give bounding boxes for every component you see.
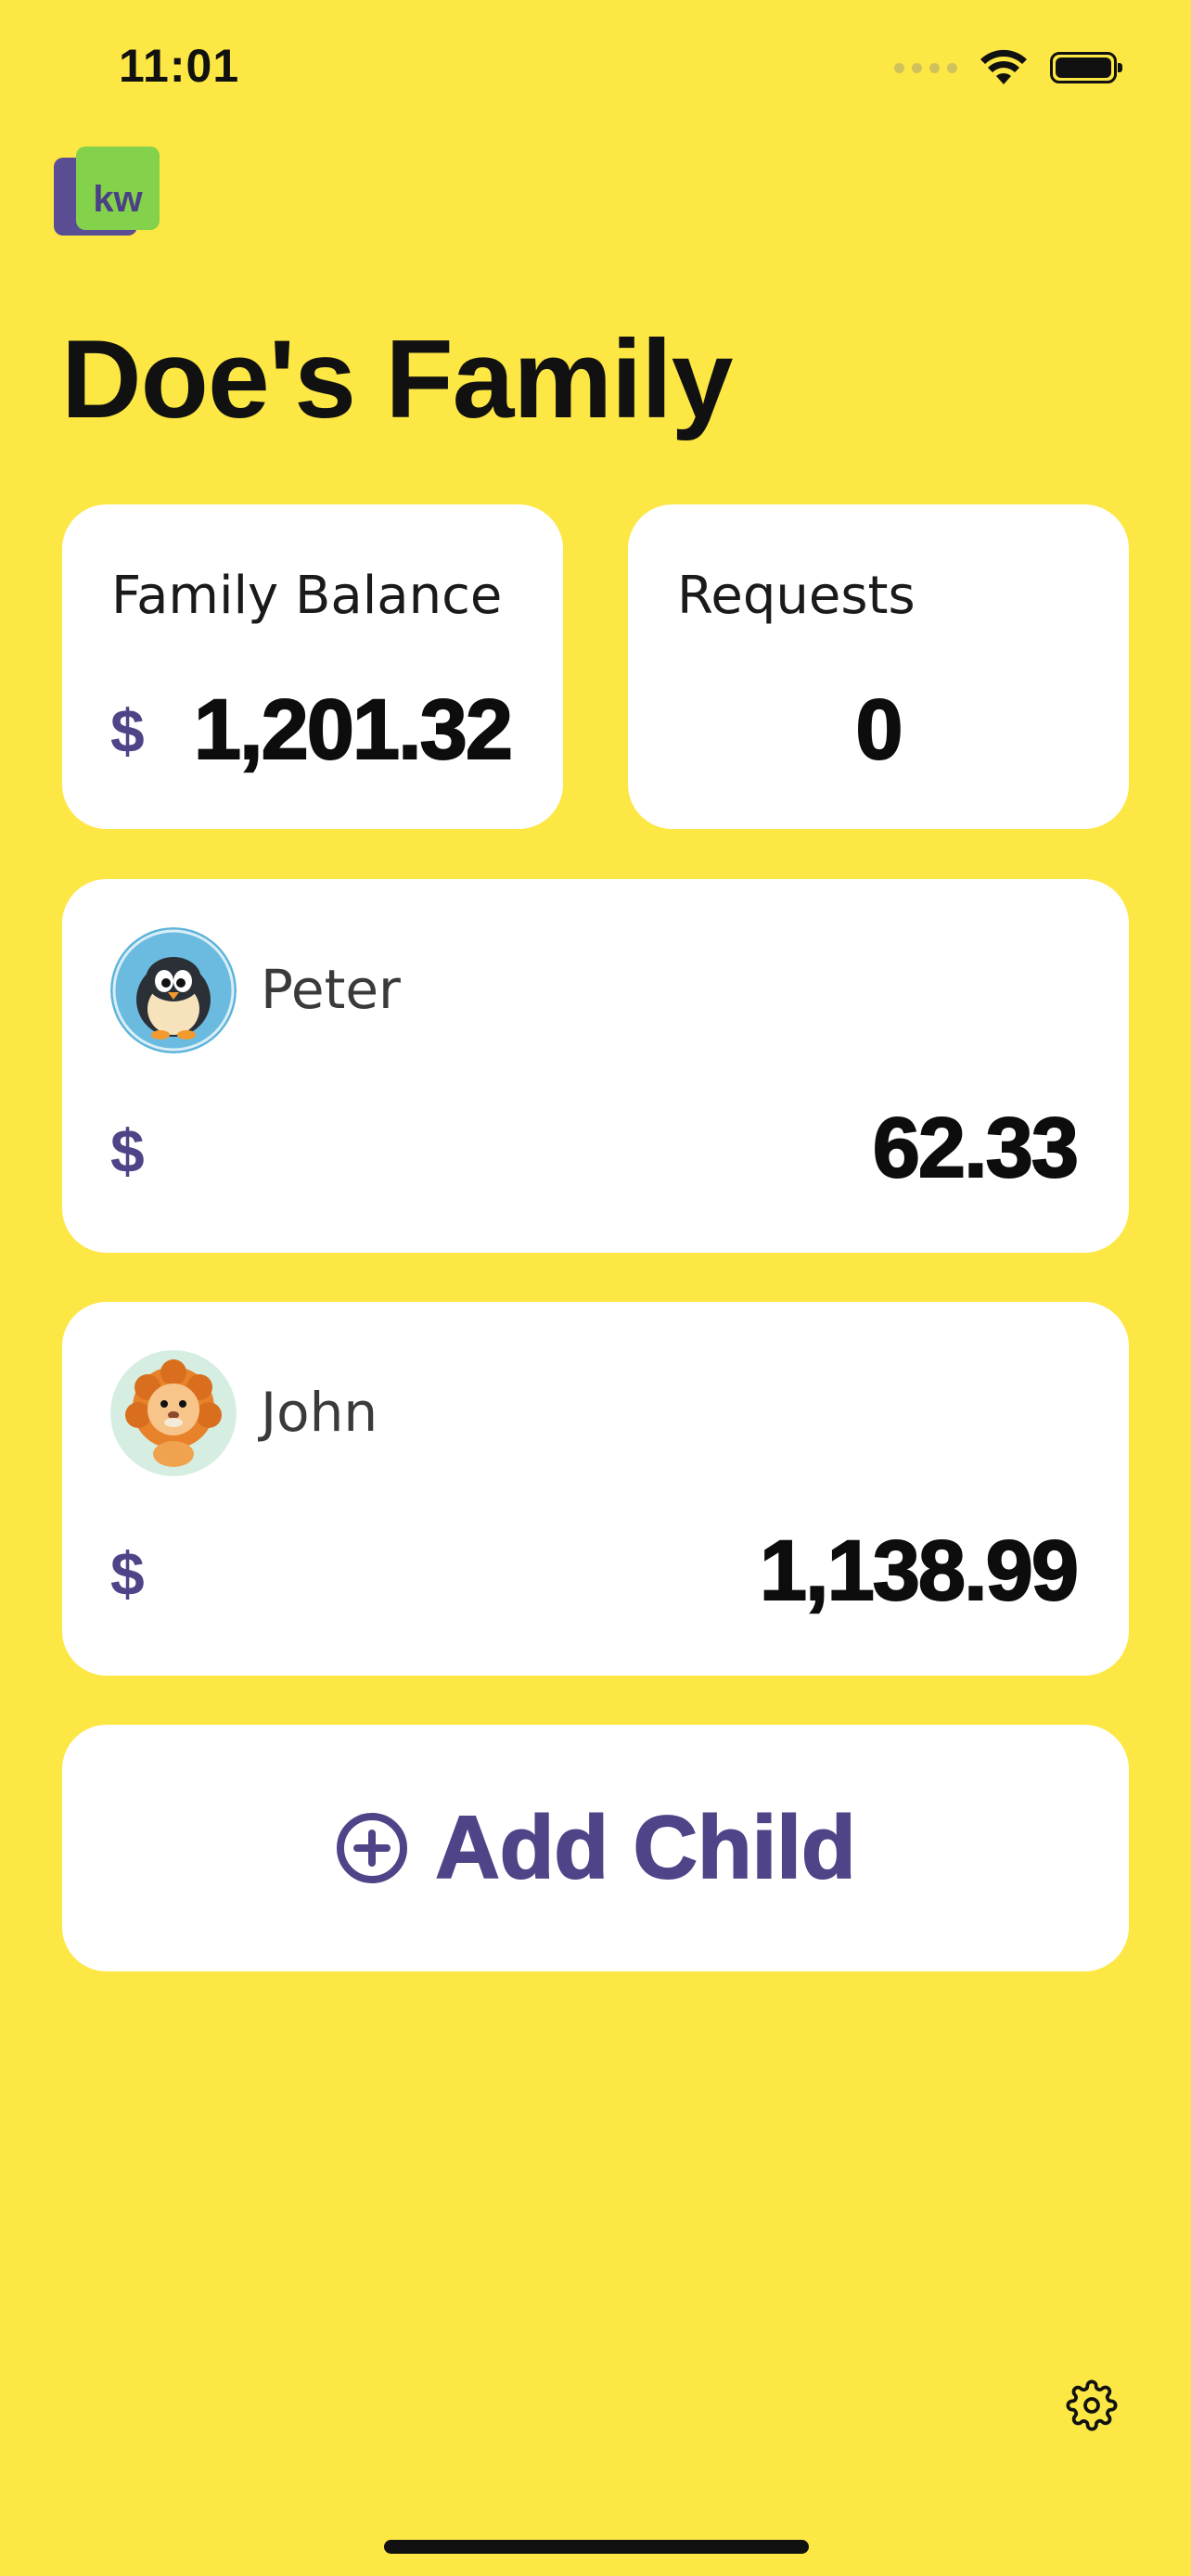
home-indicator xyxy=(384,2540,809,2554)
child-name: Peter xyxy=(261,958,401,1021)
family-balance-amount: 1,201.32 xyxy=(193,682,514,778)
child-name: John xyxy=(261,1381,378,1444)
add-child-button[interactable]: Add Child xyxy=(62,1725,1129,1971)
status-icons xyxy=(894,45,1122,91)
currency-symbol: $ xyxy=(110,696,145,765)
battery-icon xyxy=(1050,52,1122,83)
cellular-signal-icon xyxy=(894,62,957,73)
requests-card[interactable]: Requests 0 xyxy=(628,504,1129,829)
add-child-label: Add Child xyxy=(434,1797,856,1898)
plus-circle-icon xyxy=(337,1813,408,1883)
app-logo: kw xyxy=(54,147,161,239)
requests-count: 0 xyxy=(854,682,903,778)
requests-label: Requests xyxy=(677,566,916,626)
wifi-icon xyxy=(980,49,1027,84)
add-child-content: Add Child xyxy=(62,1725,1129,1971)
page-title: Doe's Family xyxy=(61,317,733,441)
lion-avatar xyxy=(110,1350,237,1476)
child-balance-amount: 1,138.99 xyxy=(759,1523,1080,1619)
child-card-peter[interactable]: Peter $ 62.33 xyxy=(62,879,1129,1253)
gear-icon[interactable] xyxy=(1066,2379,1118,2431)
currency-symbol: $ xyxy=(110,1116,145,1185)
child-balance-amount: 62.33 xyxy=(872,1100,1080,1196)
child-card-john[interactable]: John $ 1,138.99 xyxy=(62,1302,1129,1676)
family-balance-label: Family Balance xyxy=(111,566,503,626)
logo-text: kw xyxy=(93,179,143,220)
family-balance-card[interactable]: Family Balance $ 1,201.32 xyxy=(62,504,563,829)
currency-symbol: $ xyxy=(110,1539,145,1608)
penguin-avatar xyxy=(110,927,237,1053)
status-time: 11:01 xyxy=(119,40,240,92)
